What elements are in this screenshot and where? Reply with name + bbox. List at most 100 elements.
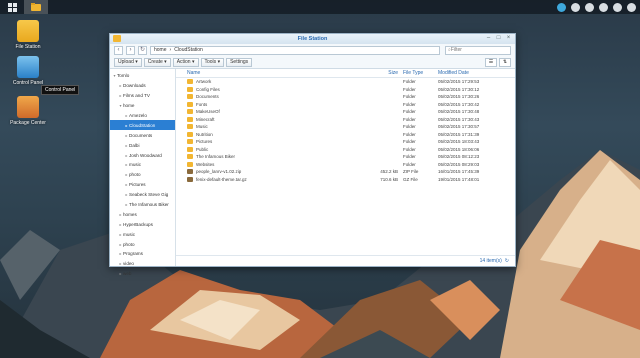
tree-item[interactable]: ▸ Films and TV	[110, 91, 175, 101]
desktop-icon-label: Package Center	[10, 120, 46, 126]
desktop-icon-control-panel[interactable]: Control Panel	[8, 56, 48, 86]
file-type: Folder	[403, 86, 416, 92]
user-icon[interactable]	[585, 2, 594, 12]
column-name[interactable]: Name	[176, 70, 374, 76]
breadcrumb-current[interactable]: CloudStation	[174, 47, 203, 53]
tree-item[interactable]: ▸ photo	[110, 239, 175, 249]
window-titlebar[interactable]: File Station – □ ×	[110, 34, 515, 44]
tree-item[interactable]: ▸ Downloads	[110, 81, 175, 91]
file-type: Folder	[403, 131, 416, 137]
breadcrumb-home[interactable]: home	[154, 47, 167, 53]
dsm-icon[interactable]	[557, 2, 566, 12]
tree-item[interactable]: ▸ photo	[110, 170, 175, 180]
tree-item[interactable]: ▸ Pictures	[110, 180, 175, 190]
tree-item-label: homes	[123, 211, 137, 217]
tree-item[interactable]: ▸ CloudStation	[110, 120, 175, 131]
tree-item[interactable]: ▸ Dalbi	[110, 140, 175, 150]
action-button[interactable]: Action ▾	[172, 57, 199, 67]
settings-button[interactable]: Settings	[226, 57, 253, 67]
file-name: Public	[196, 146, 209, 152]
tree-item-label: Downloads	[123, 83, 146, 89]
file-row[interactable]: MakeUseOf Folder 05/02/2015 17:30:48	[176, 108, 515, 116]
file-row[interactable]: Websites Folder 05/02/2015 08:29:03	[176, 161, 515, 169]
column-size[interactable]: Size	[374, 70, 398, 76]
tree-item[interactable]: ▸ music	[110, 160, 175, 170]
file-row[interactable]: people_lanrv-v1.02.zip 452.2 kB ZIP File 16…	[176, 168, 515, 176]
tree-item[interactable]: ▸ Documents	[110, 130, 175, 140]
tree-item-label: Tomlo	[117, 73, 130, 79]
desktop-icon-package-center[interactable]: Package Center	[8, 96, 48, 126]
file-type: Folder	[403, 146, 416, 152]
tree-item-label: Films and TV	[123, 93, 150, 99]
column-type[interactable]: File Type	[398, 70, 434, 76]
file-row[interactable]: The Infamous Biker Folder 05/02/2015 08:12…	[176, 153, 515, 161]
taskbar-file-station[interactable]	[24, 0, 48, 14]
tree-item[interactable]: ▸ Josh Woodward	[110, 150, 175, 160]
search-icon[interactable]	[599, 2, 608, 12]
file-name-cell: MakeUseOf	[176, 109, 374, 115]
folder-icon	[187, 94, 193, 100]
tree-item[interactable]: ▾ Tomlo	[110, 71, 175, 81]
grid-icon	[7, 2, 17, 12]
search-input[interactable]	[450, 47, 501, 53]
refresh-icon[interactable]: ↻	[505, 258, 509, 264]
minimize-icon[interactable]: –	[485, 35, 492, 42]
file-row[interactable]: Public Folder 05/02/2015 18:06:06	[176, 146, 515, 154]
file-row[interactable]: Nutrition Folder 05/02/2015 17:31:39	[176, 131, 515, 139]
tree-item[interactable]: ▸ web	[110, 269, 175, 279]
file-station-icon	[17, 20, 39, 42]
tree-item[interactable]: ▸ homes	[110, 209, 175, 219]
tree-item[interactable]: ▸ music	[110, 229, 175, 239]
file-row[interactable]: fenix-default-theme.tar.gz 710.6 kB GZ Fil…	[176, 176, 515, 184]
chat-icon[interactable]	[571, 2, 580, 12]
tree-item[interactable]: ▸ HyperBackups	[110, 219, 175, 229]
maximize-icon[interactable]: □	[495, 35, 502, 42]
tree-item-label: photo	[129, 172, 141, 178]
forward-button[interactable]: ›	[126, 45, 135, 55]
file-name: Documents	[196, 94, 219, 100]
tree-item[interactable]: ▸ The Infamous Biker	[110, 200, 175, 210]
file-name-cell: Fonts	[176, 101, 374, 107]
file-date: 05/02/2015 08:12:23	[438, 154, 480, 160]
back-button[interactable]: ‹	[114, 45, 123, 55]
file-station-window: File Station – □ × ‹ › ↻ home › CloudSta…	[109, 33, 516, 276]
file-type: Folder	[403, 101, 416, 107]
create-button[interactable]: Create ▾	[143, 57, 171, 67]
tree-item[interactable]: ▸ video	[110, 259, 175, 269]
file-row[interactable]: Fonts Folder 05/02/2015 17:30:42	[176, 101, 515, 109]
main-menu-button[interactable]	[0, 0, 24, 14]
desktop-icon-label: Control Panel	[12, 80, 44, 86]
tree-item[interactable]: ▾ home	[110, 101, 175, 111]
file-row[interactable]: Documents Folder 05/02/2015 17:30:26	[176, 93, 515, 101]
upload-button[interactable]: Upload ▾	[114, 57, 142, 67]
file-type: Folder	[403, 116, 416, 122]
folder-icon	[31, 3, 41, 11]
file-date: 05/02/2015 17:30:42	[438, 101, 480, 107]
tools-button[interactable]: Tools ▾	[200, 57, 225, 67]
list-view-icon[interactable]: ☰	[485, 57, 497, 67]
file-name-cell: Public	[176, 146, 374, 152]
tree-item[interactable]: ▸ Programs	[110, 249, 175, 259]
desktop-icon-file-station[interactable]: File Station	[8, 20, 48, 50]
file-name-cell: Minecraft	[176, 116, 374, 122]
close-icon[interactable]: ×	[505, 35, 512, 42]
tree-item-label: Programs	[123, 251, 143, 257]
widgets-icon[interactable]	[627, 2, 636, 12]
package-center-icon	[17, 96, 39, 118]
file-row[interactable]: Pictures Folder 05/02/2015 18:03:43	[176, 138, 515, 146]
tree-item[interactable]: ▸ Seabeck Steve Gig	[110, 190, 175, 200]
refresh-button[interactable]: ↻	[138, 45, 147, 55]
file-row[interactable]: Minecraft Folder 05/02/2015 17:30:43	[176, 116, 515, 124]
tree-item[interactable]: ▸ Amezelo	[110, 111, 175, 121]
file-row[interactable]: Artwork Folder 05/02/2015 17:29:53	[176, 78, 515, 86]
file-row[interactable]: Music Folder 05/02/2015 17:30:57	[176, 123, 515, 131]
action-label: Action	[176, 58, 191, 65]
file-name-cell: people_lanrv-v1.02.zip	[176, 169, 374, 175]
settings-label: Settings	[230, 58, 249, 65]
sort-icon[interactable]: ⇅	[499, 57, 511, 67]
options-icon[interactable]	[613, 2, 622, 12]
status-bar: 14 item(s) ↻	[176, 255, 515, 266]
column-date[interactable]: Modified Date	[434, 70, 494, 76]
file-name-cell: Music	[176, 124, 374, 130]
file-row[interactable]: Config Files Folder 05/02/2015 17:30:12	[176, 86, 515, 94]
